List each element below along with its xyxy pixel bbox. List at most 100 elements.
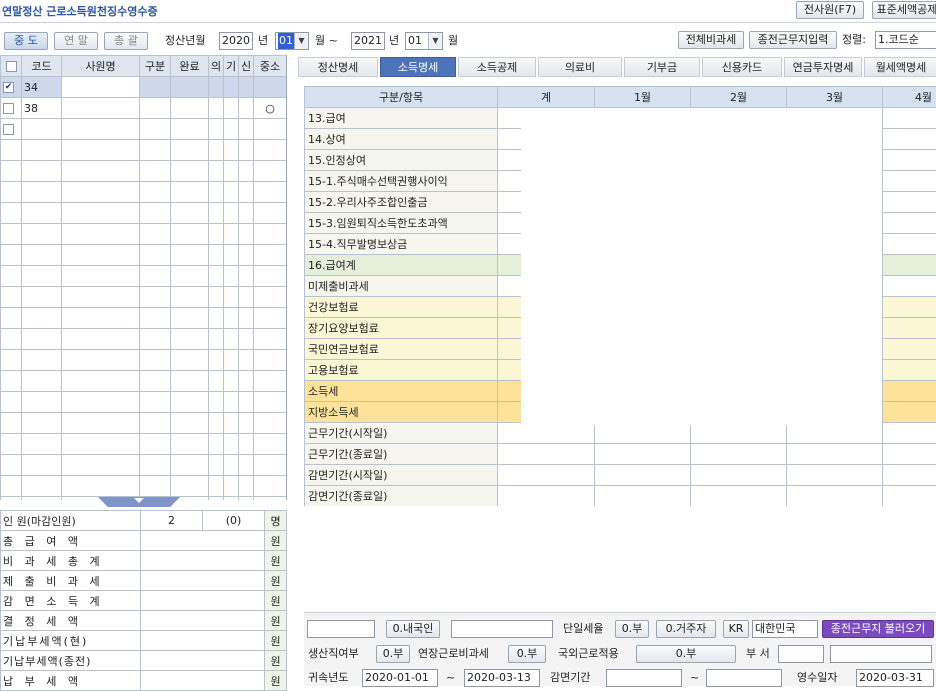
receipt-date-input[interactable]: 2020-03-31: [856, 669, 934, 687]
department-code-input[interactable]: [778, 645, 824, 663]
production-select[interactable]: 0.부: [376, 645, 410, 663]
row-label: 15-2.우리사주조합인출금: [305, 192, 498, 213]
column-header-done[interactable]: 완료: [171, 56, 209, 77]
summary-value: [141, 591, 265, 611]
cell[interactable]: [140, 119, 171, 140]
residence-select[interactable]: 0.거주자: [656, 620, 716, 638]
all-nontaxable-button[interactable]: 전체비과세: [678, 31, 744, 49]
cell[interactable]: [209, 77, 224, 98]
sort-select[interactable]: 1.코드순: [875, 31, 936, 49]
income-row[interactable]: 감면기간(종료일): [305, 486, 936, 507]
row-label: 소득세: [305, 381, 498, 402]
column-header-total[interactable]: 계: [498, 87, 595, 108]
sme-cell[interactable]: [254, 77, 287, 98]
row-label: 국민연금보험료: [305, 339, 498, 360]
employee-name[interactable]: [62, 119, 140, 140]
column-header-category[interactable]: 구분/항목: [305, 87, 498, 108]
tab-monthly-rent[interactable]: 월세액명세: [864, 57, 936, 77]
collapse-arrow-icon[interactable]: [134, 498, 144, 503]
column-header-mar[interactable]: 3월: [787, 87, 883, 108]
cell[interactable]: [239, 119, 254, 140]
start-year-input[interactable]: 2020: [219, 32, 253, 50]
column-header-apr[interactable]: 4월: [883, 87, 936, 108]
cell[interactable]: [140, 77, 171, 98]
blank-field[interactable]: [307, 620, 375, 638]
tab-medical[interactable]: 의료비: [538, 57, 622, 77]
standard-tax-credit-button[interactable]: 표준세액공제: [872, 1, 936, 19]
production-label: 생산직여부: [308, 646, 359, 662]
cell[interactable]: [209, 119, 224, 140]
end-year-input[interactable]: 2021: [351, 32, 385, 50]
mode-midyear-button[interactable]: 중 도: [4, 32, 48, 50]
cell[interactable]: [224, 77, 239, 98]
cell[interactable]: [224, 98, 239, 119]
sme-cell[interactable]: [254, 119, 287, 140]
column-header-name[interactable]: 사원명: [62, 56, 140, 77]
belong-start-date[interactable]: 2020-01-01: [362, 669, 438, 687]
load-previous-workplace-button[interactable]: 종전근무지 불러오기: [822, 620, 934, 638]
sme-cell[interactable]: ○: [254, 98, 287, 119]
column-header-feb[interactable]: 2월: [691, 87, 787, 108]
income-row[interactable]: 감면기간(시작일): [305, 465, 936, 486]
cell[interactable]: [171, 98, 209, 119]
single-tax-select[interactable]: 0.부: [615, 620, 649, 638]
chevron-down-icon[interactable]: ▼: [428, 33, 442, 49]
cell[interactable]: [171, 119, 209, 140]
table-row[interactable]: [1, 119, 287, 140]
table-row[interactable]: ✔ 34: [1, 77, 287, 98]
tab-income-deduction[interactable]: 소득공제: [458, 57, 536, 77]
employee-name[interactable]: [62, 77, 140, 98]
country-code-select[interactable]: KR: [723, 620, 749, 638]
table-row[interactable]: 38 ○: [1, 98, 287, 119]
reduction-end-date[interactable]: [706, 669, 782, 687]
column-header-sin[interactable]: 신: [239, 56, 254, 77]
cell[interactable]: [239, 98, 254, 119]
blank-field-2[interactable]: [451, 620, 553, 638]
end-month-select[interactable]: 01 ▼: [405, 32, 443, 50]
previous-workplace-input-button[interactable]: 종전근무지입력: [749, 31, 837, 49]
column-header-code[interactable]: 코드: [22, 56, 62, 77]
column-header-jan[interactable]: 1월: [595, 87, 691, 108]
employee-name[interactable]: [62, 98, 140, 119]
mode-yearend-button[interactable]: 연 말: [54, 32, 98, 50]
column-header-sme[interactable]: 중소: [254, 56, 287, 77]
row-checkbox[interactable]: [3, 103, 14, 114]
chevron-down-icon[interactable]: ▼: [294, 33, 308, 49]
employee-code[interactable]: 38: [22, 98, 62, 119]
reduction-tilde: ~: [690, 670, 699, 686]
cell[interactable]: [209, 98, 224, 119]
cell[interactable]: [224, 119, 239, 140]
cell[interactable]: [239, 77, 254, 98]
all-employees-button[interactable]: 전사원(F7): [796, 1, 864, 19]
column-header-type[interactable]: 구분: [140, 56, 171, 77]
employee-code[interactable]: [22, 119, 62, 140]
country-name-field[interactable]: 대한민국: [752, 620, 818, 638]
tab-donation[interactable]: 기부금: [624, 57, 700, 77]
empty-row: [1, 161, 287, 182]
income-row[interactable]: 근무기간(종료일): [305, 444, 936, 465]
cell[interactable]: [140, 98, 171, 119]
select-all-checkbox[interactable]: [6, 61, 17, 72]
row-label: 14.상여: [305, 129, 498, 150]
row-checkbox[interactable]: [3, 124, 14, 135]
row-checkbox[interactable]: ✔: [3, 82, 14, 93]
column-header-ui[interactable]: 의: [209, 56, 224, 77]
foreign-work-select[interactable]: 0.부: [636, 645, 736, 663]
cell[interactable]: [171, 77, 209, 98]
tab-pension-investment[interactable]: 연금투자명세: [784, 57, 862, 77]
tab-income-detail[interactable]: 소득명세: [380, 57, 456, 77]
income-row[interactable]: 근무기간(시작일): [305, 423, 936, 444]
nationality-select[interactable]: 0.내국인: [386, 620, 440, 638]
overtime-select[interactable]: 0.부: [508, 645, 546, 663]
tab-credit-card[interactable]: 신용카드: [702, 57, 782, 77]
employee-code[interactable]: 34: [22, 77, 62, 98]
belong-end-date[interactable]: 2020-03-13: [464, 669, 540, 687]
select-all-header[interactable]: [1, 56, 22, 77]
mode-summary-button[interactable]: 총 괄: [104, 32, 148, 50]
department-name-input[interactable]: [830, 645, 932, 663]
start-month-select[interactable]: 01 ▼: [275, 32, 309, 50]
column-header-gi[interactable]: 기: [224, 56, 239, 77]
summary-label: 총 급 여 액: [1, 531, 141, 551]
reduction-start-date[interactable]: [606, 669, 682, 687]
tab-settlement-detail[interactable]: 정산명세: [298, 57, 378, 77]
